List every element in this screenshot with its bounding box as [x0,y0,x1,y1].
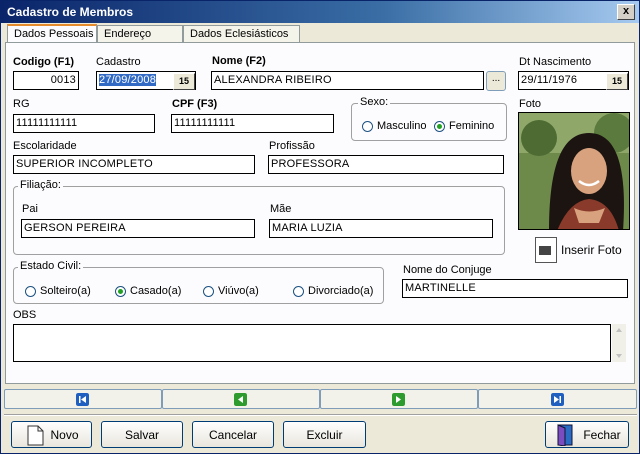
cadastro-value: 27/09/2008 [99,74,157,86]
last-icon [550,393,564,406]
rg-field[interactable]: 11111111111 [13,114,155,133]
escolaridade-field[interactable]: SUPERIOR INCOMPLETO [13,155,255,174]
radio-solteiro[interactable]: Solteiro(a) [25,285,91,297]
cancelar-button[interactable]: Cancelar [192,421,274,448]
pai-field[interactable]: GERSON PEREIRA [21,219,255,238]
nome-field[interactable]: ALEXANDRA RIBEIRO [211,71,484,90]
fechar-label: Fechar [583,427,621,442]
nav-next-button[interactable] [320,389,478,409]
radio-divorciado-dot [293,285,304,297]
salvar-button[interactable]: Salvar [101,421,183,448]
inserir-foto-label: Inserir Foto [561,243,622,257]
profissao-field[interactable]: PROFESSORA [268,155,504,174]
tab-dados-eclesiasticos[interactable]: Dados Eclesiásticos [183,25,300,42]
nascimento-label: Dt Nascimento [519,56,592,68]
nav-prev-button[interactable] [162,389,320,409]
radio-casado-dot [115,285,126,297]
radio-masculino-label: Masculino [377,120,427,132]
radio-solteiro-label: Solteiro(a) [40,285,91,297]
conjuge-field[interactable]: MARTINELLE [402,279,628,298]
cadastro-calendar-button[interactable]: 15 [173,73,195,90]
sexo-title: Sexo: [358,96,391,108]
radio-casado[interactable]: Casado(a) [115,285,181,297]
radio-viuvo-dot [203,285,214,297]
radio-solteiro-dot [25,285,36,297]
close-button[interactable]: x [617,4,635,20]
profissao-label: Profissão [269,140,315,152]
novo-label: Novo [50,427,79,442]
radio-feminino-label: Feminino [449,120,495,132]
exit-door-icon [557,423,573,446]
cpf-label: CPF (F3) [172,98,218,110]
cancelar-label: Cancelar [208,427,258,442]
cadastro-label: Cadastro [96,56,141,68]
filiacao-title: Filiação: [18,179,63,191]
inserir-foto-button[interactable]: Inserir Foto [535,237,622,263]
tab-endereco[interactable]: Endereço [97,25,183,42]
title-bar[interactable]: Cadastro de Membros x [1,1,639,23]
radio-divorciado[interactable]: Divorciado(a) [293,285,373,297]
divider [4,414,637,416]
nome-label: Nome (F2) [212,55,266,67]
obs-textarea[interactable] [13,324,611,362]
radio-masculino-dot [362,120,373,132]
radio-casado-label: Casado(a) [130,285,182,297]
excluir-button[interactable]: Excluir [283,421,366,448]
member-photo [518,112,630,230]
nav-last-button[interactable] [478,389,637,409]
obs-scrollbar[interactable] [612,324,626,362]
nascimento-calendar-button[interactable]: 15 [606,73,628,90]
scroll-arrows-icon [616,328,622,358]
pai-label: Pai [22,203,38,215]
excluir-label: Excluir [306,427,343,442]
radio-viuvo[interactable]: Viúvo(a) [203,285,259,297]
salvar-label: Salvar [124,427,159,442]
member-photo-image [519,113,629,229]
radio-viuvo-label: Viúvo(a) [218,285,259,297]
nav-first-button[interactable] [4,389,162,409]
window-title: Cadastro de Membros [7,5,134,19]
photo-insert-icon [535,237,557,263]
novo-button[interactable]: Novo [11,421,92,448]
mae-field[interactable]: MARIA LUZIA [269,219,493,238]
next-icon [392,393,405,406]
radio-feminino-dot [434,120,445,132]
obs-label: OBS [13,309,37,321]
codigo-field[interactable]: 0013 [13,71,79,90]
mae-label: Mãe [270,203,292,215]
cpf-field[interactable]: 11111111111 [171,114,334,133]
record-navigator [4,389,637,411]
conjuge-label: Nome do Conjuge [403,264,492,276]
radio-masculino[interactable]: Masculino [362,120,427,132]
nome-search-button[interactable]: ... [486,71,506,91]
escolaridade-label: Escolaridade [13,140,77,152]
foto-label: Foto [519,98,542,110]
prev-icon [234,393,247,406]
first-icon [76,393,89,406]
new-document-icon [27,425,44,445]
rg-label: RG [13,98,30,110]
codigo-label: Codigo (F1) [13,56,75,68]
radio-divorciado-label: Divorciado(a) [308,285,374,297]
radio-feminino[interactable]: Feminino [434,120,494,132]
tab-dados-pessoais[interactable]: Dados Pessoais [7,24,97,43]
estado-civil-title: Estado Civil: [18,260,84,272]
fechar-button[interactable]: Fechar [545,421,629,448]
window: Cadastro de Membros x Dados Pessoais End… [0,0,640,454]
